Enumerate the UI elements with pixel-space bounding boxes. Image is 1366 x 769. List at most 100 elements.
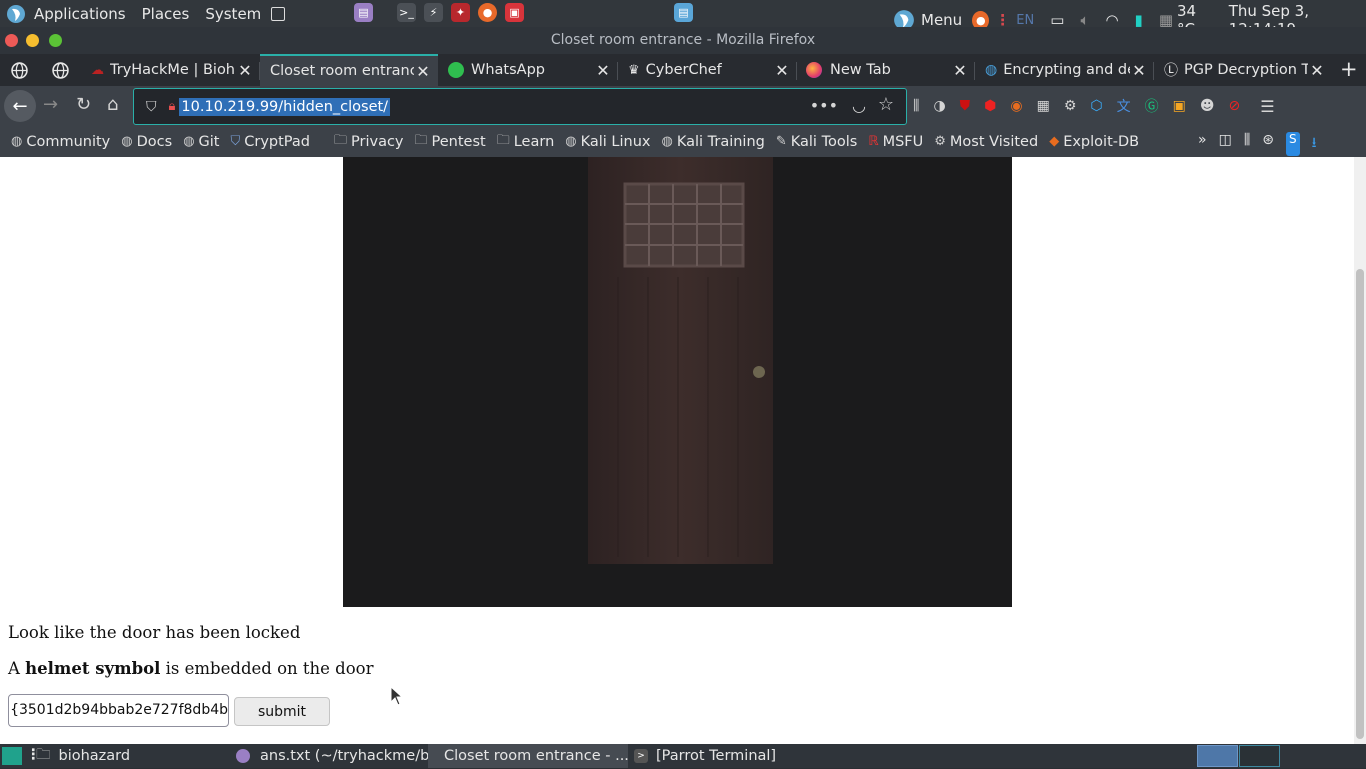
globe-icon[interactable] bbox=[52, 62, 69, 79]
mouse-cursor-icon bbox=[390, 686, 403, 706]
library-icon[interactable]: ⫼ bbox=[913, 98, 919, 114]
tab-new-tab[interactable]: New Tab ✕ bbox=[798, 54, 975, 86]
tab-closet-room-entrance[interactable]: Closet room entrance ✕ bbox=[260, 54, 438, 86]
show-desktop-icon[interactable] bbox=[271, 6, 286, 21]
bookmarks-library-icon[interactable]: ⫼ bbox=[1244, 132, 1250, 156]
terminal-icon: > bbox=[634, 749, 648, 763]
close-tab-icon[interactable]: ✕ bbox=[594, 61, 612, 80]
ninja-icon[interactable]: ☻ bbox=[1200, 98, 1215, 114]
terminal-launcher-icon[interactable]: >_ bbox=[397, 3, 416, 22]
bookmark-cryptpad[interactable]: ⛉ CryptPad bbox=[230, 134, 310, 150]
download-icon[interactable]: ⭳ bbox=[1312, 132, 1317, 156]
task-files[interactable]: 🗀 biohazard bbox=[36, 744, 130, 768]
container-icon[interactable]: ⊛ bbox=[1262, 132, 1274, 156]
tab-encrypting[interactable]: ◍ Encrypting and de ✕ bbox=[977, 54, 1154, 86]
home-button[interactable]: ⌂ bbox=[107, 94, 118, 115]
firefox-launcher-icon[interactable]: ● bbox=[478, 3, 497, 22]
hamburger-menu-icon[interactable]: ☰ bbox=[1260, 97, 1274, 116]
sidebar-icon[interactable]: ◫ bbox=[1219, 132, 1232, 156]
tab-label: TryHackMe | Bioh bbox=[110, 62, 235, 78]
globe-icon: ◍ bbox=[183, 134, 195, 149]
url-text[interactable]: 10.10.219.99/hidden_closet/ bbox=[179, 97, 391, 116]
menu-places[interactable]: Places bbox=[142, 5, 190, 23]
task-text-editor[interactable]: ans.txt (~/tryhackme/bi... bbox=[236, 744, 447, 768]
tab-bar: ☁ TryHackMe | Bioh ✕ Closet room entranc… bbox=[0, 54, 1366, 86]
bookmark-git[interactable]: ◍ Git bbox=[183, 134, 219, 150]
translate-icon[interactable]: 文 bbox=[1117, 96, 1131, 116]
close-tab-icon[interactable]: ✕ bbox=[236, 61, 254, 80]
scrollbar-thumb[interactable] bbox=[1356, 269, 1364, 739]
folder-icon: 🗀 bbox=[36, 746, 51, 763]
foxyproxy-icon[interactable]: ◉ bbox=[1010, 98, 1022, 114]
cube-icon[interactable]: ⬡ bbox=[1090, 98, 1102, 114]
bookmark-star-icon[interactable]: ☆ bbox=[878, 94, 894, 115]
submit-button[interactable]: submit bbox=[234, 697, 330, 726]
keyboard-layout[interactable]: EN bbox=[1016, 13, 1034, 28]
pocket-icon[interactable]: ◡ bbox=[852, 96, 866, 115]
sidebar-toolbar: » ◫ ⫼ ⊛ S ⭳ bbox=[1198, 132, 1317, 156]
task-terminal[interactable]: > [Parrot Terminal] bbox=[634, 744, 776, 768]
bookmark-most-visited[interactable]: ⚙ Most Visited bbox=[934, 134, 1038, 150]
bookmark-community[interactable]: ◍ Community bbox=[11, 134, 110, 150]
parrot-logo-icon[interactable] bbox=[6, 4, 26, 24]
bookmark-kali-linux[interactable]: ◍ Kali Linux bbox=[565, 134, 650, 150]
notes-icon[interactable]: ▤ bbox=[674, 3, 693, 22]
workspace-2-preview[interactable] bbox=[1239, 745, 1280, 767]
bookmark-learn[interactable]: 🗀 Learn bbox=[497, 131, 555, 153]
pgp-icon: Ⓛ bbox=[1164, 63, 1178, 79]
answer-input[interactable]: 3501d2b94bbab2e727f8db4b} bbox=[8, 694, 229, 727]
url-bar[interactable]: ⛉ 🔒︎ 10.10.219.99/hidden_closet/ ••• ◡ ☆ bbox=[133, 88, 907, 125]
redirect-icon[interactable]: ⊘ bbox=[1229, 98, 1241, 114]
tab-cyberchef[interactable]: ♛ CyberChef ✕ bbox=[620, 54, 797, 86]
close-tab-icon[interactable]: ✕ bbox=[1130, 61, 1148, 80]
terminal-ext-icon[interactable]: ▣ bbox=[1173, 98, 1186, 114]
close-tab-icon[interactable]: ✕ bbox=[951, 61, 969, 80]
bookmark-pentest[interactable]: 🗀 Pentest bbox=[415, 131, 486, 153]
grammarly-icon[interactable]: Ⓖ bbox=[1145, 96, 1159, 116]
msf-launcher-icon[interactable]: ✦ bbox=[451, 3, 470, 22]
bookmark-kali-tools[interactable]: ✎ Kali Tools bbox=[776, 134, 857, 150]
overflow-chevron-icon[interactable]: » bbox=[1198, 132, 1207, 156]
exploitdb-icon: ◆ bbox=[1049, 134, 1060, 149]
folder-icon: 🗀 bbox=[496, 132, 510, 148]
workspace-1-preview[interactable] bbox=[1197, 745, 1238, 767]
close-tab-icon[interactable]: ✕ bbox=[414, 62, 432, 81]
skype-icon[interactable]: S bbox=[1286, 132, 1300, 156]
app-launcher-icon[interactable]: ▣ bbox=[505, 3, 524, 22]
globe-icon[interactable] bbox=[11, 62, 28, 79]
new-tab-button[interactable]: + bbox=[1340, 57, 1358, 81]
tab-pgp-decryption[interactable]: Ⓛ PGP Decryption T ✕ bbox=[1156, 54, 1332, 86]
bookmark-privacy[interactable]: 🗀 Privacy bbox=[334, 131, 404, 153]
back-button[interactable]: ← bbox=[4, 90, 36, 122]
bookmark-exploit-db[interactable]: ◆ Exploit-DB bbox=[1049, 134, 1139, 150]
task-firefox[interactable]: Closet room entrance - ... bbox=[428, 744, 629, 768]
forward-button[interactable]: → bbox=[43, 94, 58, 115]
page-content: Look like the door has been locked A hel… bbox=[0, 157, 1366, 744]
vertical-scrollbar[interactable] bbox=[1354, 157, 1366, 744]
launcher-tray: ▤ >_ ⚡ ✦ ● ▣ bbox=[350, 3, 528, 22]
top-panel: Applications Places System ▤ >_ ⚡ ✦ ● ▣ … bbox=[0, 0, 1366, 38]
adblock-icon[interactable]: ⬢ bbox=[984, 98, 996, 114]
tab-label: Encrypting and de bbox=[1003, 62, 1130, 78]
ublock-icon[interactable]: ⛊ bbox=[960, 98, 971, 114]
bookmark-msfu[interactable]: ℝ MSFU bbox=[868, 134, 923, 150]
window-titlebar[interactable]: Closet room entrance - Mozilla Firefox bbox=[0, 27, 1366, 54]
reload-button[interactable]: ↻ bbox=[76, 94, 91, 115]
workspace-indicator[interactable] bbox=[2, 747, 22, 765]
root-terminal-launcher-icon[interactable]: ⚡ bbox=[424, 3, 443, 22]
insecure-lock-icon[interactable]: 🔒︎ bbox=[169, 99, 176, 114]
close-tab-icon[interactable]: ✕ bbox=[773, 61, 791, 80]
tab-whatsapp[interactable]: WhatsApp ✕ bbox=[440, 54, 618, 86]
bookmark-kali-training[interactable]: ◍ Kali Training bbox=[661, 134, 764, 150]
menu-system[interactable]: System bbox=[205, 5, 261, 23]
tab-tryhackme[interactable]: ☁ TryHackMe | Bioh ✕ bbox=[83, 54, 260, 86]
bookmark-docs[interactable]: ◍ Docs bbox=[121, 134, 172, 150]
wappalyzer-icon[interactable]: ⚙ bbox=[1064, 98, 1077, 114]
text-editor-launcher-icon[interactable]: ▤ bbox=[354, 3, 373, 22]
shield-icon[interactable]: ⛉ bbox=[146, 99, 157, 115]
tampermonkey-icon[interactable]: ◑ bbox=[933, 98, 945, 114]
menu-applications[interactable]: Applications bbox=[34, 5, 126, 23]
page-actions-icon[interactable]: ••• bbox=[810, 96, 838, 115]
close-tab-icon[interactable]: ✕ bbox=[1308, 61, 1326, 80]
extensions-grid-icon[interactable]: ▦ bbox=[1037, 98, 1050, 114]
